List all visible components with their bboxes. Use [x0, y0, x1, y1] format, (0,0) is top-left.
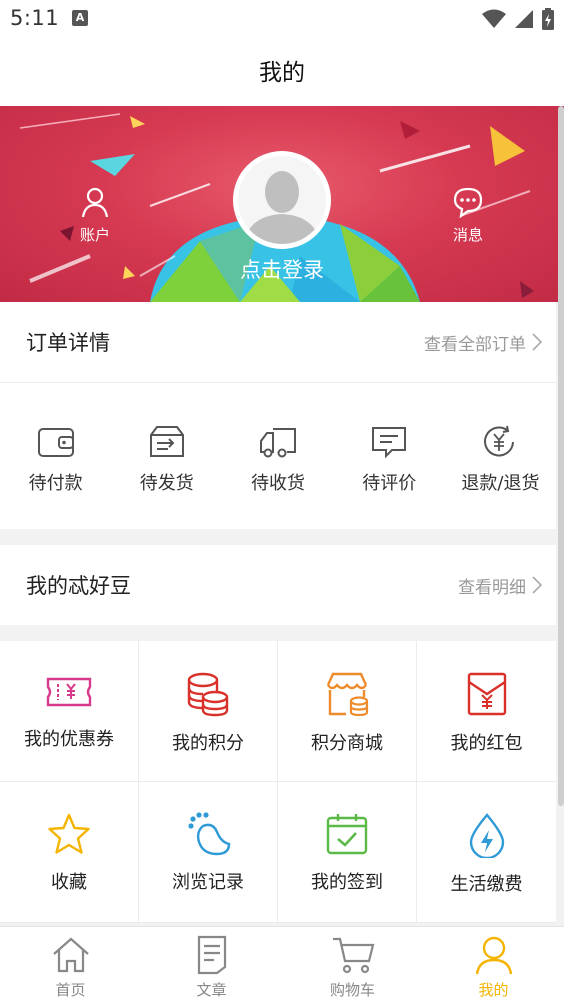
- user-outline-icon: [81, 187, 109, 218]
- shipping-box-icon: [149, 426, 184, 457]
- account-label: 账户: [79, 226, 110, 244]
- message-icon: [453, 187, 483, 219]
- login-link[interactable]: 点击登录: [0, 254, 564, 284]
- points-mall-entry[interactable]: 积分商城: [278, 641, 417, 782]
- service-label: 我的红包: [450, 733, 523, 754]
- order-item-label: 待发货: [139, 473, 194, 494]
- service-label: 我的积分: [172, 733, 244, 754]
- coupon-entry[interactable]: 我的优惠券: [0, 641, 139, 782]
- view-detail-label: 查看明细: [458, 577, 526, 598]
- history-entry[interactable]: 浏览记录: [139, 782, 278, 923]
- title-bar: 我的: [0, 38, 564, 106]
- service-label: 浏览记录: [172, 872, 244, 893]
- calendar-check-icon: [326, 814, 368, 855]
- chevron-right-icon: [532, 333, 542, 351]
- service-label: 积分商城: [311, 733, 383, 754]
- coupon-icon: [46, 677, 92, 707]
- message-button[interactable]: 消息: [433, 186, 503, 245]
- signal-icon: [515, 10, 533, 28]
- service-label: 我的签到: [311, 872, 383, 893]
- battery-icon: [542, 8, 554, 30]
- beans-section: 我的忒好豆 查看明细: [0, 545, 556, 625]
- order-pending-receipt[interactable]: 待收货: [222, 383, 333, 529]
- tab-label: 我的: [478, 981, 509, 999]
- checkin-entry[interactable]: 我的签到: [278, 782, 417, 923]
- orders-header: 订单详情 查看全部订单: [0, 302, 556, 382]
- service-label: 生活缴费: [450, 874, 523, 895]
- tab-label: 首页: [55, 981, 86, 999]
- status-bar: 5:11 A: [0, 0, 564, 38]
- wallet-icon: [37, 428, 74, 457]
- default-avatar-icon: [244, 171, 320, 244]
- view-all-orders-link[interactable]: 查看全部订单: [424, 330, 542, 355]
- store-icon: [326, 672, 369, 717]
- delivery-truck-icon: [260, 428, 296, 458]
- view-all-orders-label: 查看全部订单: [424, 334, 526, 355]
- order-item-label: 待收货: [251, 473, 305, 494]
- order-refund[interactable]: 退款/退货: [445, 383, 556, 529]
- water-bolt-icon: [469, 813, 504, 858]
- user-icon: [475, 936, 512, 975]
- order-item-label: 待评价: [362, 473, 417, 494]
- avatar[interactable]: [233, 151, 331, 249]
- order-item-label: 待付款: [28, 473, 83, 494]
- bill-pay-entry[interactable]: 生活缴费: [417, 782, 556, 923]
- tab-mine[interactable]: 我的: [423, 927, 564, 1004]
- orders-section: 订单详情 查看全部订单 待付款 待发货 待收货 待评价 退款/退货: [0, 302, 556, 529]
- chevron-right-icon: [532, 576, 542, 594]
- order-pending-review[interactable]: 待评价: [334, 383, 445, 529]
- tab-home[interactable]: 首页: [0, 927, 141, 1004]
- scrollbar[interactable]: [558, 106, 564, 806]
- notification-icon: A: [72, 10, 88, 26]
- order-item-label: 退款/退货: [461, 473, 540, 494]
- beans-title: 我的忒好豆: [26, 574, 131, 598]
- star-icon: [48, 813, 90, 854]
- page-title: 我的: [259, 60, 305, 86]
- orders-title: 订单详情: [26, 331, 110, 355]
- tab-label: 购物车: [329, 981, 375, 999]
- view-detail-link[interactable]: 查看明细: [458, 573, 542, 598]
- comment-icon: [372, 427, 407, 459]
- wifi-icon: [482, 9, 506, 28]
- service-label: 我的优惠券: [24, 729, 114, 750]
- home-icon: [52, 937, 89, 973]
- bottom-tab-bar: 首页 文章 购物车 我的: [0, 926, 564, 1004]
- profile-banner: 账户 点击登录 消息: [0, 106, 564, 302]
- tab-label: 文章: [196, 981, 227, 999]
- message-label: 消息: [452, 226, 483, 244]
- coins-icon: [187, 672, 229, 717]
- tab-articles[interactable]: 文章: [141, 927, 282, 1004]
- favorites-entry[interactable]: 收藏: [0, 782, 139, 923]
- services-grid: 我的优惠券 我的积分 积分商城 我的红包 收藏 浏览记录 我的签到 生活缴费: [0, 641, 556, 923]
- service-label: 收藏: [51, 872, 87, 893]
- refund-icon: [484, 425, 515, 457]
- order-pending-shipment[interactable]: 待发货: [111, 383, 222, 529]
- order-pending-payment[interactable]: 待付款: [0, 383, 111, 529]
- points-entry[interactable]: 我的积分: [139, 641, 278, 782]
- account-button[interactable]: 账户: [60, 186, 130, 245]
- status-time: 5:11: [10, 6, 60, 30]
- red-envelope-entry[interactable]: 我的红包: [417, 641, 556, 782]
- footprint-icon: [188, 812, 231, 856]
- beans-header: 我的忒好豆 查看明细: [0, 545, 556, 625]
- document-icon: [197, 935, 226, 975]
- red-envelope-icon: [467, 672, 506, 716]
- cart-icon: [332, 937, 374, 974]
- status-icons: [482, 8, 554, 30]
- tab-cart[interactable]: 购物车: [282, 927, 423, 1004]
- order-status-list: 待付款 待发货 待收货 待评价 退款/退货: [0, 383, 556, 529]
